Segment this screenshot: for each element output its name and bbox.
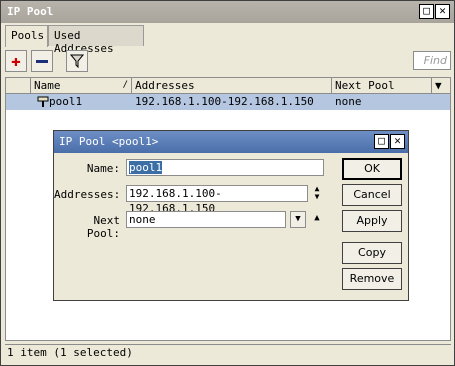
next-pool-value: none [129,213,156,226]
window-title: IP Pool [7,5,54,18]
dialog-title: IP Pool <pool1> [59,135,159,148]
name-label: Name: [86,162,120,175]
ip-pool-window: IP Pool □ ✕ Pools Used Addresses ✚ Find … [0,0,455,366]
ip-pool-dialog: IP Pool <pool1> □ ✕ Name: pool1 Addresse… [53,130,409,301]
addresses-label: Addresses: [54,188,121,201]
chevron-down-icon: ▼ [295,214,301,224]
column-addresses[interactable]: Addresses [132,78,332,93]
cell-next-pool: none [335,95,362,108]
window-titlebar[interactable]: IP Pool □ ✕ [1,1,454,23]
table-header: Name / Addresses Next Pool ▼ [6,78,450,94]
column-next-pool[interactable]: Next Pool [332,78,432,93]
add-button[interactable]: ✚ [5,50,27,72]
ok-button[interactable]: OK [342,158,402,180]
filter-icon [69,54,85,69]
column-name[interactable]: Name / [31,78,132,93]
name-field[interactable]: pool1 [126,159,324,176]
close-icon[interactable]: ✕ [390,134,405,149]
tab-pools[interactable]: Pools [5,25,48,47]
apply-button[interactable]: Apply [342,210,402,232]
status-text: 1 item (1 selected) [7,346,133,359]
copy-button[interactable]: Copy [342,242,402,264]
filter-button[interactable] [66,50,88,72]
dropdown-button[interactable]: ▼ [290,211,306,228]
plus-icon: ✚ [11,51,21,70]
close-icon[interactable]: ✕ [435,4,450,19]
sort-icon: / [122,80,128,90]
cell-addresses: 192.168.1.100-192.168.1.150 [135,95,314,108]
column-select[interactable] [6,78,31,93]
toolbar: ✚ Find [5,50,451,74]
table-row[interactable]: pool1 192.168.1.100-192.168.1.150 none [6,94,450,110]
tab-used-addresses[interactable]: Used Addresses [48,25,144,55]
next-pool-select[interactable]: none [126,211,286,228]
maximize-icon[interactable]: □ [374,134,389,149]
cell-name: pool1 [49,95,83,108]
remove-button[interactable] [31,50,53,72]
maximize-icon[interactable]: □ [419,4,434,19]
cancel-button[interactable]: Cancel [342,184,402,206]
name-value: pool1 [129,161,163,174]
remove-button[interactable]: Remove [342,268,402,290]
dialog-titlebar[interactable]: IP Pool <pool1> □ ✕ [54,131,408,153]
addresses-field[interactable]: 192.168.1.100-192.168.1.150 [126,185,308,215]
next-pool-label: Next Pool: [86,214,120,240]
column-menu[interactable]: ▼ [432,78,450,93]
tab-label: Pools [11,29,45,42]
collapse-up-icon[interactable]: ▲ [311,213,323,223]
updown-icon[interactable]: ▲ ▼ [311,185,323,202]
chevron-down-icon: ▼ [435,79,442,92]
find-input[interactable]: Find [413,51,451,70]
minus-icon [36,59,48,63]
status-bar: 1 item (1 selected) [5,344,451,362]
